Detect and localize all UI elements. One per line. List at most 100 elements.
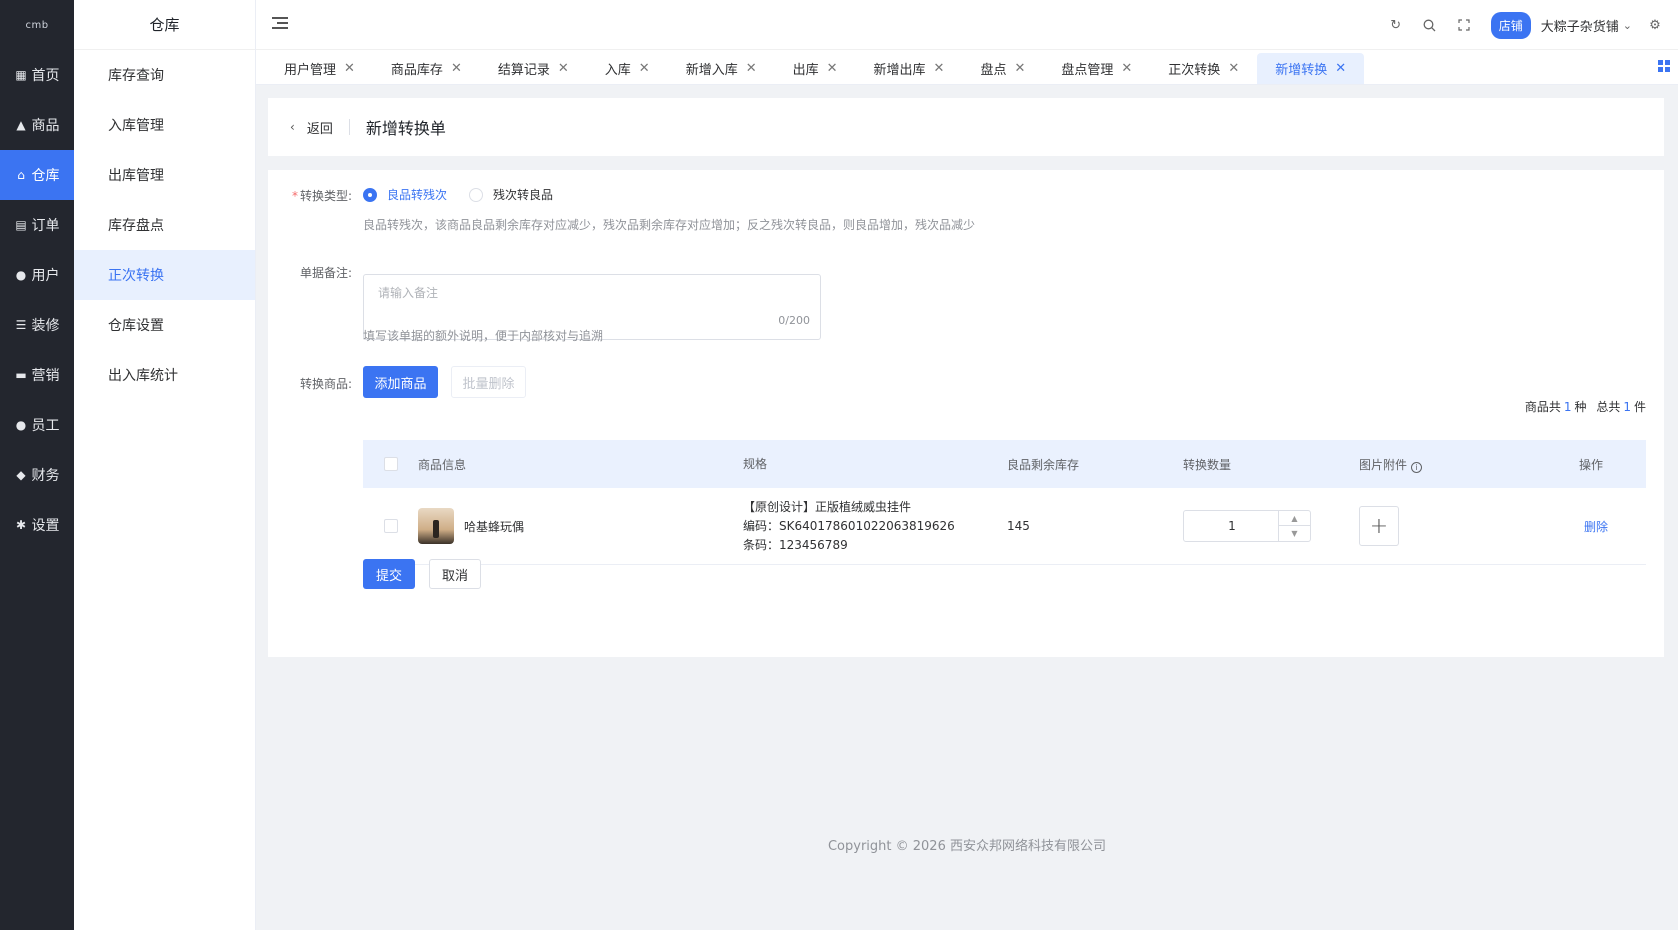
submenu-item-5[interactable]: 仓库设置 — [74, 300, 255, 350]
goods-summary: 商品共 1 种 总共 1 件 — [1524, 400, 1646, 414]
spec-barcode: 条码：123456789 — [743, 537, 848, 552]
increment-icon[interactable]: ▲ — [1279, 511, 1310, 526]
search-icon[interactable] — [1419, 14, 1441, 36]
app-logo: cmb — [25, 19, 49, 31]
tab-7[interactable]: 盘点 ✕ — [962, 53, 1043, 84]
close-icon[interactable]: ✕ — [934, 61, 945, 76]
shop-badge[interactable]: 店铺 — [1490, 11, 1531, 39]
header-spec: 规格 — [743, 456, 768, 471]
main-nav: cmb ▦ 首页 ▲ 商品 ⌂ 仓库 ▤ 订单 ● 用户 ☰ 装修 ▬ 营销 ● 员工 ◆ 财务 ✱ 设置 — [0, 0, 74, 930]
submenu-item-1[interactable]: 入库管理 — [74, 100, 255, 150]
nav-icon: ● — [15, 418, 27, 432]
submenu-item-0[interactable]: 库存查询 — [74, 50, 255, 100]
remark-label: 单据备注: — [299, 266, 352, 280]
nav-icon: ▦ — [15, 68, 27, 82]
goods-label: 转换商品: — [299, 377, 352, 391]
close-icon[interactable]: ✕ — [1228, 61, 1239, 76]
nav-item-4[interactable]: ● 用户 — [0, 250, 74, 300]
nav-label: 仓库 — [31, 168, 60, 184]
nav-item-5[interactable]: ☰ 装修 — [0, 300, 74, 350]
tab-10[interactable]: 新增转换 ✕ — [1257, 53, 1365, 84]
radio-label: 残次转良品 — [493, 188, 554, 202]
remark-placeholder: 请输入备注 — [378, 286, 439, 300]
close-icon[interactable]: ✕ — [558, 61, 569, 76]
batch-delete-button[interactable]: 批量删除 — [451, 366, 526, 398]
nav-item-0[interactable]: ▦ 首页 — [0, 50, 74, 100]
close-icon[interactable]: ✕ — [1014, 61, 1025, 76]
close-icon[interactable]: ✕ — [746, 61, 757, 76]
select-all-checkbox[interactable] — [383, 457, 398, 471]
back-button[interactable]: ‹ 返回 — [290, 118, 333, 137]
nav-item-1[interactable]: ▲ 商品 — [0, 100, 74, 150]
radio-dot — [363, 187, 377, 202]
nav-item-8[interactable]: ◆ 财务 — [0, 450, 74, 500]
close-icon[interactable]: ✕ — [827, 61, 838, 76]
nav-label: 用户 — [31, 268, 60, 284]
close-icon[interactable]: ✕ — [451, 61, 462, 76]
add-goods-button[interactable]: 添加商品 — [363, 366, 438, 398]
tab-label: 结算记录 — [497, 63, 550, 78]
nav-label: 设置 — [31, 518, 60, 534]
divider — [348, 119, 350, 135]
tab-5[interactable]: 出库 ✕ — [775, 53, 856, 84]
tab-grid-icon[interactable] — [1658, 60, 1670, 72]
tab-4[interactable]: 新增入库 ✕ — [668, 53, 775, 84]
nav-item-2[interactable]: ⌂ 仓库 — [0, 150, 74, 200]
radio-defect-to-good[interactable]: 残次转良品 — [469, 186, 553, 203]
submenu-item-6[interactable]: 出入库统计 — [74, 350, 255, 400]
radio-dot — [469, 187, 483, 202]
nav-label: 首页 — [31, 68, 60, 84]
tab-2[interactable]: 结算记录 ✕ — [480, 53, 587, 84]
decrement-icon[interactable]: ▼ — [1279, 526, 1310, 541]
top-header: ↻ 店铺 大粽子杂货铺 ⌄ ⚙ — [256, 0, 1678, 50]
row-checkbox[interactable] — [383, 519, 398, 533]
quantity-stepper[interactable]: 1 ▲ ▼ — [1183, 510, 1311, 542]
tab-6[interactable]: 新增出库 ✕ — [856, 53, 963, 84]
settings-gear-icon[interactable]: ⚙ — [1644, 14, 1666, 36]
nav-label: 商品 — [31, 118, 60, 134]
tab-1[interactable]: 商品库存 ✕ — [373, 53, 480, 84]
info-icon: i — [1411, 461, 1423, 473]
tab-8[interactable]: 盘点管理 ✕ — [1043, 53, 1150, 84]
submit-button[interactable]: 提交 — [363, 559, 415, 589]
table-row: 哈基蜂玩偶 【原创设计】正版植绒威虫挂件 编码：SK64017860102206… — [363, 488, 1646, 565]
tab-0[interactable]: 用户管理 ✕ — [266, 53, 373, 84]
nav-item-3[interactable]: ▤ 订单 — [0, 200, 74, 250]
product-thumbnail — [418, 508, 454, 544]
nav-label: 营销 — [31, 368, 60, 384]
nav-item-6[interactable]: ▬ 营销 — [0, 350, 74, 400]
remark-counter: 0/200 — [778, 314, 810, 327]
tab-label: 新增出库 — [873, 63, 926, 78]
page-title: 新增转换单 — [365, 119, 446, 138]
submenu-item-3[interactable]: 库存盘点 — [74, 200, 255, 250]
submenu-item-2[interactable]: 出库管理 — [74, 150, 255, 200]
nav-icon: ▤ — [15, 218, 27, 232]
quantity-input[interactable]: 1 — [1184, 511, 1280, 541]
nav-label: 财务 — [31, 468, 60, 484]
cancel-button[interactable]: 取消 — [429, 559, 481, 589]
upload-image-button[interactable]: + — [1359, 506, 1399, 546]
header-goods-info: 商品信息 — [418, 457, 467, 472]
chevron-down-icon[interactable]: ⌄ — [1623, 19, 1632, 32]
tab-9[interactable]: 正次转换 ✕ — [1150, 53, 1257, 84]
close-icon[interactable]: ✕ — [344, 61, 355, 76]
conversion-type-label: * 转换类型: — [291, 189, 352, 203]
tab-3[interactable]: 入库 ✕ — [587, 53, 668, 84]
nav-item-7[interactable]: ● 员工 — [0, 400, 74, 450]
radio-good-to-defect[interactable]: 良品转残次 — [363, 186, 447, 203]
header-action: 操作 — [1579, 457, 1604, 472]
conversion-type-hint: 良品转残次，该商品良品剩余库存对应减少，残次品剩余库存对应增加；反之残次转良品，… — [363, 218, 976, 232]
delete-row-link[interactable]: 删除 — [1584, 520, 1608, 534]
close-icon[interactable]: ✕ — [1121, 61, 1132, 76]
close-icon[interactable]: ✕ — [639, 61, 650, 76]
nav-item-9[interactable]: ✱ 设置 — [0, 500, 74, 550]
tab-label: 新增入库 — [685, 63, 738, 78]
refresh-icon[interactable]: ↻ — [1385, 14, 1407, 36]
close-icon[interactable]: ✕ — [1335, 61, 1346, 76]
shop-name-dropdown[interactable]: 大粽子杂货铺 — [1541, 16, 1619, 35]
tab-label: 新增转换 — [1275, 63, 1328, 78]
menu-toggle-icon[interactable] — [272, 17, 288, 31]
fullscreen-icon[interactable] — [1453, 14, 1475, 36]
submenu-item-4[interactable]: 正次转换 — [74, 250, 255, 300]
submenu-title: 仓库 — [74, 0, 255, 50]
